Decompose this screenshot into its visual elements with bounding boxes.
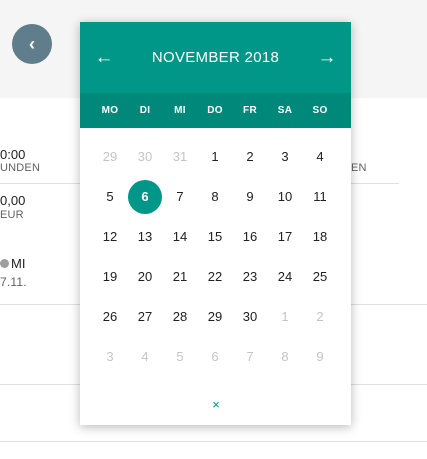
day-cell[interactable]: 14	[163, 220, 197, 254]
day-cell[interactable]: 26	[93, 300, 127, 334]
weekday-header-row: MO DI MI DO FR SA SO	[80, 93, 351, 128]
day-cell-selected[interactable]: 6	[128, 180, 162, 214]
divider	[0, 183, 80, 184]
day-cell[interactable]: 5	[93, 180, 127, 214]
day-cell[interactable]: 29	[198, 300, 232, 334]
day-cell[interactable]: 20	[128, 260, 162, 294]
close-icon: ×	[212, 397, 220, 412]
day-cell-outside-month[interactable]: 1	[268, 300, 302, 334]
weekday-label: FR	[243, 105, 257, 116]
weekday-label: MI	[174, 105, 186, 116]
day-cell[interactable]: 10	[268, 180, 302, 214]
weekday-value: MI	[11, 256, 26, 271]
weekday-label: SO	[312, 105, 328, 116]
day-cell[interactable]: 13	[128, 220, 162, 254]
day-cell[interactable]: 15	[198, 220, 232, 254]
arrow-left-icon: ←	[94, 47, 114, 68]
day-cell[interactable]: 22	[198, 260, 232, 294]
day-cell-outside-month[interactable]: 8	[268, 340, 302, 374]
day-cell[interactable]: 30	[233, 300, 267, 334]
day-cell[interactable]: 7	[163, 180, 197, 214]
divider	[351, 183, 399, 184]
datepicker-popup: NOVEMBER 2018 ← → MO DI MI DO FR SA SO 29 30 31 1…	[80, 22, 351, 425]
day-cell[interactable]: 2	[233, 140, 267, 174]
day-cell-outside-month[interactable]: 4	[128, 340, 162, 374]
day-cell[interactable]: 27	[128, 300, 162, 334]
day-cell-outside-month[interactable]: 29	[93, 140, 127, 174]
day-cell[interactable]: 12	[93, 220, 127, 254]
time-value: 0:00	[0, 147, 26, 162]
chevron-left-icon: ‹	[29, 34, 35, 54]
day-cell[interactable]: 3	[268, 140, 302, 174]
month-title: NOVEMBER 2018	[151, 49, 280, 66]
right-column-label: EN	[351, 162, 367, 174]
next-month-button[interactable]: →	[313, 44, 341, 72]
price-value: 0,00	[0, 193, 26, 208]
arrow-right-icon: →	[317, 47, 337, 68]
day-cell[interactable]: 17	[268, 220, 302, 254]
day-cell-outside-month[interactable]: 3	[93, 340, 127, 374]
weekday-label: DO	[207, 105, 223, 116]
close-button[interactable]: ×	[202, 394, 230, 416]
status-dot	[0, 259, 9, 268]
day-cell-outside-month[interactable]: 30	[128, 140, 162, 174]
previous-month-button[interactable]: ←	[90, 44, 118, 72]
back-button[interactable]: ‹	[12, 24, 52, 64]
section-divider	[0, 441, 427, 442]
weekday-label: DI	[139, 105, 151, 116]
day-cell[interactable]: 4	[303, 140, 337, 174]
day-cell[interactable]: 1	[198, 140, 232, 174]
day-cell-outside-month[interactable]: 2	[303, 300, 337, 334]
day-cell-outside-month[interactable]: 7	[233, 340, 267, 374]
day-cell[interactable]: 28	[163, 300, 197, 334]
day-cell-outside-month[interactable]: 31	[163, 140, 197, 174]
hours-label: UNDEN	[0, 162, 41, 174]
day-cell[interactable]: 25	[303, 260, 337, 294]
day-cell-outside-month[interactable]: 9	[303, 340, 337, 374]
day-cell[interactable]: 21	[163, 260, 197, 294]
day-cell[interactable]: 11	[303, 180, 337, 214]
day-cell[interactable]: 23	[233, 260, 267, 294]
day-cell[interactable]: 8	[198, 180, 232, 214]
day-cell[interactable]: 19	[93, 260, 127, 294]
currency-label: EUR	[0, 209, 24, 221]
day-cell[interactable]: 16	[233, 220, 267, 254]
date-value: 7.11.	[0, 275, 27, 289]
day-cell-outside-month[interactable]: 6	[198, 340, 232, 374]
day-cell[interactable]: 18	[303, 220, 337, 254]
weekday-label: MO	[101, 105, 119, 116]
weekday-label: SA	[277, 105, 293, 116]
calendar-header: NOVEMBER 2018 ← →	[80, 22, 351, 93]
day-cell-outside-month[interactable]: 5	[163, 340, 197, 374]
day-cell[interactable]: 24	[268, 260, 302, 294]
day-cell[interactable]: 9	[233, 180, 267, 214]
